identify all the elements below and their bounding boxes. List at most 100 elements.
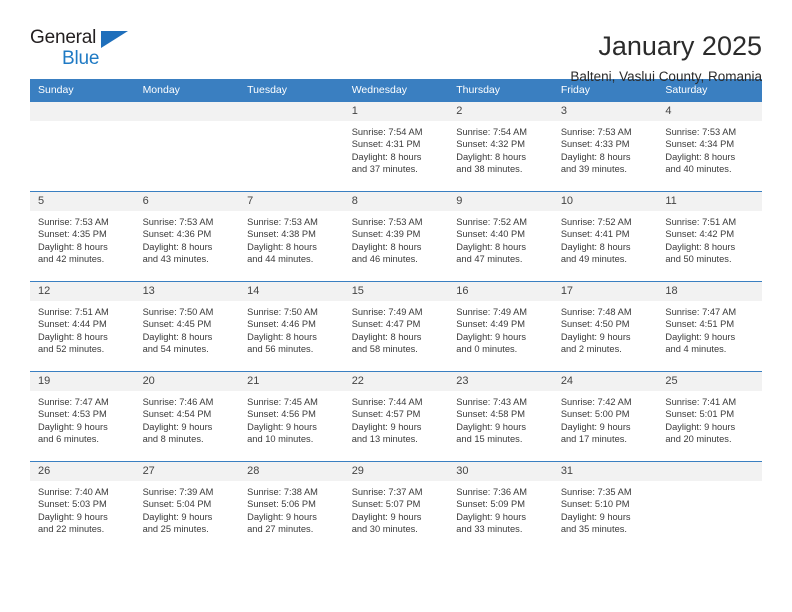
daylight-text-line1: Daylight: 8 hours: [38, 331, 108, 342]
calendar-day-cell[interactable]: 19 Sunrise: 7:47 AM Sunset: 4:53 PM Dayligh…: [30, 371, 135, 462]
daylight-text-line1: Daylight: 9 hours: [38, 421, 108, 432]
calendar-day-cell[interactable]: 1 Sunrise: 7:54 AM Sunset: 4:31 PM Daylight…: [343, 101, 449, 192]
daylight-text-line2: and 8 minutes.: [142, 434, 204, 445]
sunset-text: Sunset: 4:50 PM: [560, 319, 630, 330]
calendar-day-cell[interactable]: 29 Sunrise: 7:37 AM Sunset: 5:07 PM Dayligh…: [343, 461, 449, 552]
calendar-day-cell[interactable]: 6 Sunrise: 7:53 AM Sunset: 4:36 PM Daylight…: [134, 191, 240, 282]
daylight-text-line2: and 54 minutes.: [142, 344, 209, 355]
sunset-text: Sunset: 5:10 PM: [560, 499, 630, 510]
day-number: [657, 462, 762, 481]
sunrise-text: Sunrise: 7:54 AM: [351, 127, 423, 137]
calendar-day-cell[interactable]: 25 Sunrise: 7:41 AM Sunset: 5:01 PM Dayligh…: [657, 371, 762, 462]
daylight-text-line1: Daylight: 8 hours: [560, 151, 631, 162]
day-number: 17: [552, 282, 658, 301]
day-number: 15: [343, 282, 449, 301]
calendar-day-cell[interactable]: 8 Sunrise: 7:53 AM Sunset: 4:39 PM Daylight…: [343, 191, 449, 282]
daylight-text-line2: and 46 minutes.: [351, 254, 418, 265]
sunset-text: Sunset: 4:40 PM: [456, 229, 525, 240]
daylight-text-line1: Daylight: 9 hours: [351, 421, 422, 432]
calendar-day-cell[interactable]: 28 Sunrise: 7:38 AM Sunset: 5:06 PM Dayligh…: [239, 461, 344, 552]
calendar-day-cell[interactable]: 12 Sunrise: 7:51 AM Sunset: 4:44 PM Dayligh…: [30, 281, 135, 372]
sunset-text: Sunset: 5:00 PM: [560, 409, 630, 420]
calendar-day-cell[interactable]: 5 Sunrise: 7:53 AM Sunset: 4:35 PM Daylight…: [30, 191, 135, 282]
daylight-text-line1: Daylight: 8 hours: [351, 151, 422, 162]
calendar-day-cell[interactable]: 10 Sunrise: 7:52 AM Sunset: 4:41 PM Dayligh…: [552, 191, 658, 282]
daylight-text-line2: and 6 minutes.: [38, 434, 99, 445]
sunset-text: Sunset: 4:54 PM: [142, 409, 212, 420]
calendar-day-cell[interactable]: 4 Sunrise: 7:53 AM Sunset: 4:34 PM Daylight…: [657, 101, 762, 192]
sunrise-text: Sunrise: 7:53 AM: [560, 127, 632, 137]
day-number: 31: [552, 462, 658, 481]
day-sun-info: Sunrise: 7:42 AM Sunset: 5:00 PM Daylight:…: [553, 391, 658, 446]
calendar-day-cell[interactable]: 14 Sunrise: 7:50 AM Sunset: 4:46 PM Dayligh…: [239, 281, 344, 372]
sunrise-text: Sunrise: 7:44 AM: [351, 397, 423, 407]
calendar-day-cell[interactable]: 20 Sunrise: 7:46 AM Sunset: 4:54 PM Dayligh…: [134, 371, 240, 462]
daylight-text-line2: and 27 minutes.: [247, 524, 314, 535]
daylight-text-line1: Daylight: 9 hours: [247, 511, 317, 522]
calendar-day-cell[interactable]: 23 Sunrise: 7:43 AM Sunset: 4:58 PM Dayligh…: [448, 371, 553, 462]
daylight-text-line1: Daylight: 9 hours: [560, 331, 631, 342]
day-number: [239, 102, 344, 121]
sunrise-text: Sunrise: 7:40 AM: [38, 487, 109, 497]
daylight-text-line2: and 22 minutes.: [38, 524, 105, 535]
day-sun-info: Sunrise: 7:39 AM Sunset: 5:04 PM Daylight:…: [135, 481, 240, 536]
sunrise-text: Sunrise: 7:46 AM: [142, 397, 214, 407]
day-number: 9: [448, 192, 553, 211]
sunrise-text: Sunrise: 7:37 AM: [351, 487, 423, 497]
day-number: 19: [30, 372, 135, 391]
calendar-day-cell[interactable]: 24 Sunrise: 7:42 AM Sunset: 5:00 PM Dayligh…: [552, 371, 658, 462]
calendar-day-cell[interactable]: 21 Sunrise: 7:45 AM Sunset: 4:56 PM Dayligh…: [239, 371, 344, 462]
day-sun-info: Sunrise: 7:44 AM Sunset: 4:57 PM Daylight:…: [344, 391, 449, 446]
daylight-text-line1: Daylight: 8 hours: [247, 241, 317, 252]
sunset-text: Sunset: 4:33 PM: [560, 139, 630, 150]
daylight-text-line1: Daylight: 9 hours: [456, 331, 527, 342]
day-number: 16: [448, 282, 553, 301]
sunrise-text: Sunrise: 7:52 AM: [560, 217, 632, 227]
calendar-day-cell[interactable]: 7 Sunrise: 7:53 AM Sunset: 4:38 PM Daylight…: [239, 191, 344, 282]
generalblue-logo: General Blue: [30, 28, 150, 74]
sunrise-text: Sunrise: 7:43 AM: [456, 397, 528, 407]
daylight-text-line2: and 50 minutes.: [665, 254, 732, 265]
sunrise-text: Sunrise: 7:38 AM: [247, 487, 318, 497]
daylight-text-line1: Daylight: 9 hours: [142, 511, 213, 522]
daylight-text-line2: and 2 minutes.: [560, 344, 622, 355]
daylight-text-line1: Daylight: 8 hours: [142, 241, 213, 252]
daylight-text-line2: and 58 minutes.: [351, 344, 418, 355]
calendar-day-cell[interactable]: 27 Sunrise: 7:39 AM Sunset: 5:04 PM Dayligh…: [134, 461, 240, 552]
sunset-text: Sunset: 4:53 PM: [38, 409, 107, 420]
calendar-day-cell[interactable]: 3 Sunrise: 7:53 AM Sunset: 4:33 PM Daylight…: [552, 101, 658, 192]
daylight-text-line2: and 39 minutes.: [560, 164, 627, 175]
daylight-text-line1: Daylight: 8 hours: [456, 241, 527, 252]
day-sun-info: Sunrise: 7:53 AM Sunset: 4:34 PM Daylight:…: [657, 121, 762, 176]
day-number: 1: [343, 102, 449, 121]
sunrise-text: Sunrise: 7:52 AM: [456, 217, 528, 227]
sunset-text: Sunset: 4:41 PM: [560, 229, 630, 240]
calendar-day-cell[interactable]: 16 Sunrise: 7:49 AM Sunset: 4:49 PM Dayligh…: [448, 281, 553, 372]
day-number: 18: [657, 282, 762, 301]
calendar-day-cell[interactable]: 18 Sunrise: 7:47 AM Sunset: 4:51 PM Dayligh…: [657, 281, 762, 372]
sunrise-text: Sunrise: 7:41 AM: [665, 397, 737, 407]
daylight-text-line2: and 43 minutes.: [142, 254, 209, 265]
day-number: 26: [30, 462, 135, 481]
day-sun-info: Sunrise: 7:45 AM Sunset: 4:56 PM Daylight:…: [239, 391, 344, 446]
logo-triangle-icon: [101, 31, 128, 48]
calendar-day-cell[interactable]: 15 Sunrise: 7:49 AM Sunset: 4:47 PM Dayligh…: [343, 281, 449, 372]
calendar-day-cell[interactable]: 26 Sunrise: 7:40 AM Sunset: 5:03 PM Dayligh…: [30, 461, 135, 552]
weekday-header-monday: Monday: [134, 79, 240, 102]
calendar-day-cell[interactable]: 11 Sunrise: 7:51 AM Sunset: 4:42 PM Dayligh…: [657, 191, 762, 282]
sunrise-text: Sunrise: 7:50 AM: [142, 307, 214, 317]
calendar-day-cell[interactable]: 9 Sunrise: 7:52 AM Sunset: 4:40 PM Daylight…: [448, 191, 553, 282]
calendar-day-cell[interactable]: 22 Sunrise: 7:44 AM Sunset: 4:57 PM Dayligh…: [343, 371, 449, 462]
sunrise-text: Sunrise: 7:47 AM: [38, 397, 109, 407]
daylight-text-line1: Daylight: 8 hours: [560, 241, 631, 252]
day-sun-info: Sunrise: 7:50 AM Sunset: 4:45 PM Daylight:…: [135, 301, 240, 356]
daylight-text-line2: and 10 minutes.: [247, 434, 314, 445]
calendar-day-cell[interactable]: 13 Sunrise: 7:50 AM Sunset: 4:45 PM Dayligh…: [134, 281, 240, 372]
day-number: 4: [657, 102, 762, 121]
calendar-day-cell[interactable]: 17 Sunrise: 7:48 AM Sunset: 4:50 PM Dayligh…: [552, 281, 658, 372]
day-sun-info: Sunrise: 7:49 AM Sunset: 4:47 PM Daylight:…: [344, 301, 449, 356]
calendar-day-cell[interactable]: 2 Sunrise: 7:54 AM Sunset: 4:32 PM Daylight…: [448, 101, 553, 192]
calendar-day-cell[interactable]: 30 Sunrise: 7:36 AM Sunset: 5:09 PM Dayligh…: [448, 461, 553, 552]
daylight-text-line1: Daylight: 8 hours: [665, 151, 736, 162]
calendar-day-cell[interactable]: 31 Sunrise: 7:35 AM Sunset: 5:10 PM Dayligh…: [552, 461, 658, 552]
